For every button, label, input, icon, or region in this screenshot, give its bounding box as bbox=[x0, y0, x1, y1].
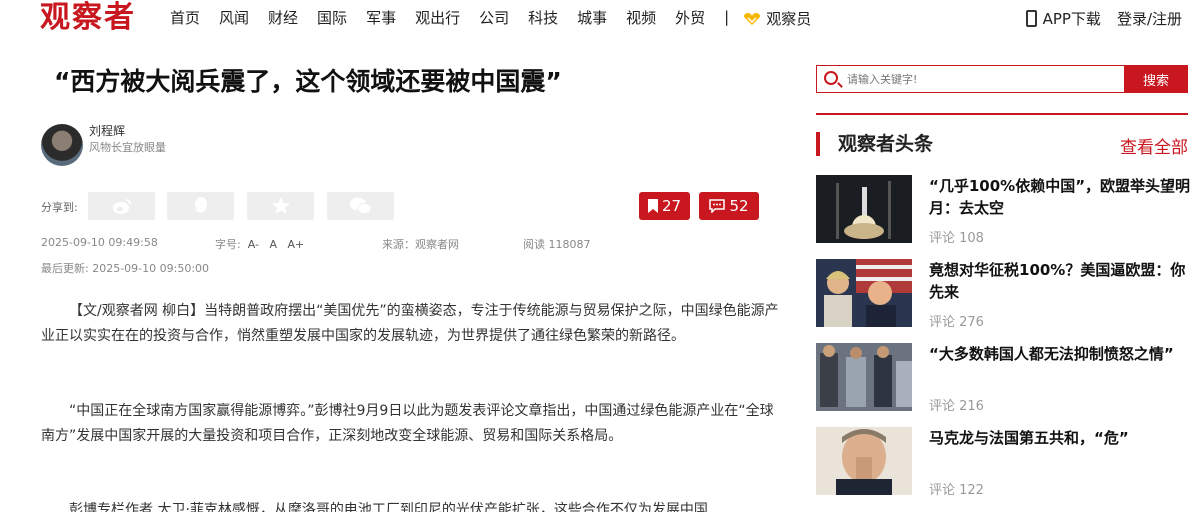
nav-item-observer[interactable]: 观察员 bbox=[743, 8, 811, 29]
rocket-launch-thumbnail bbox=[816, 175, 912, 243]
headline-item[interactable]: “大多数韩国人都无法抑制愤怒之情” 评论 216 bbox=[816, 343, 1191, 414]
font-normal-button[interactable]: A bbox=[269, 238, 277, 251]
share-label: 分享到: bbox=[41, 201, 78, 214]
read-count: 阅读 118087 bbox=[523, 238, 591, 251]
article-paragraph: “中国正在全球南方国家赢得能源博弈。”彭博社9月9日以此为题发表评论文章指出，中… bbox=[41, 403, 774, 444]
headline-title[interactable]: 马克龙与法国第五共和，“危” bbox=[929, 427, 1191, 449]
nav-item-finance[interactable]: 财经 bbox=[268, 8, 298, 29]
divider bbox=[816, 113, 1188, 115]
author-avatar[interactable] bbox=[41, 124, 83, 166]
article-source: 来源：观察者网 bbox=[382, 238, 459, 251]
headlines-title: 观察者头条 bbox=[816, 132, 933, 156]
headline-item[interactable]: “几乎100%依赖中国”，欧盟举头望明月：去太空 评论 108 bbox=[816, 175, 1191, 246]
app-download-link[interactable]: APP下载 bbox=[1043, 8, 1101, 29]
font-decrease-button[interactable]: A- bbox=[248, 238, 259, 251]
headline-comments: 评论 108 bbox=[929, 231, 984, 246]
last-updated: 最后更新: 2025-09-10 09:50:00 bbox=[41, 262, 210, 275]
view-all-link[interactable]: 查看全部 bbox=[1120, 133, 1188, 158]
comment-button[interactable]: 52 bbox=[699, 192, 759, 220]
headline-comments: 评论 122 bbox=[929, 483, 984, 498]
article-paragraph: 【文/观察者网 柳白】当特朗普政府摆出“美国优先”的蛮横姿态，专注于传统能源与贸… bbox=[41, 303, 779, 344]
author-description: 风物长宜放眼量 bbox=[89, 141, 166, 154]
wechat-icon bbox=[349, 197, 371, 215]
headline-title[interactable]: “大多数韩国人都无法抑制愤怒之情” bbox=[929, 343, 1191, 365]
font-size-controls: 字号: A- A A+ bbox=[215, 236, 304, 252]
main-nav: 首页 风闻 财经 国际 军事 观出行 公司 科技 城事 视频 外贸 | 观察员 bbox=[170, 8, 811, 29]
share-qq-button[interactable] bbox=[167, 192, 234, 220]
nav-item-tech[interactable]: 科技 bbox=[528, 8, 558, 29]
site-logo[interactable]: 观察者 bbox=[40, 0, 136, 36]
nav-item-home[interactable]: 首页 bbox=[170, 8, 200, 29]
headline-item[interactable]: 竟想对华征税100%？美国逼欧盟：你先来 评论 276 bbox=[816, 259, 1191, 330]
headline-comments: 评论 276 bbox=[929, 315, 984, 330]
phone-icon bbox=[1025, 10, 1037, 27]
nav-separator: | bbox=[724, 8, 730, 26]
nav-item-company[interactable]: 公司 bbox=[479, 8, 509, 29]
search-box: 搜索 bbox=[816, 65, 1188, 93]
nav-item-fengwen[interactable]: 风闻 bbox=[219, 8, 249, 29]
weibo-icon bbox=[112, 199, 131, 214]
nav-item-video[interactable]: 视频 bbox=[626, 8, 656, 29]
comment-count: 52 bbox=[729, 197, 749, 215]
headline-title[interactable]: 竟想对华征税100%？美国逼欧盟：你先来 bbox=[929, 259, 1191, 303]
author-name[interactable]: 刘程辉 bbox=[89, 122, 125, 139]
macron-thumbnail bbox=[816, 427, 912, 495]
article-title: “西方被大阅兵震了，这个领域还要被中国震” bbox=[54, 67, 562, 96]
share-wechat-button[interactable] bbox=[327, 192, 394, 220]
nav-item-city[interactable]: 城事 bbox=[577, 8, 607, 29]
login-link[interactable]: 登录/注册 bbox=[1117, 8, 1182, 29]
search-button[interactable]: 搜索 bbox=[1124, 65, 1188, 93]
font-size-label: 字号: bbox=[215, 238, 241, 251]
top-navbar: 观察者 首页 风闻 财经 国际 军事 观出行 公司 科技 城事 视频 外贸 | … bbox=[0, 0, 1200, 38]
politicians-thumbnail bbox=[816, 259, 912, 327]
nav-item-trade[interactable]: 外贸 bbox=[675, 8, 705, 29]
bookmark-icon bbox=[647, 199, 658, 213]
nav-item-travel[interactable]: 观出行 bbox=[415, 8, 460, 29]
share-weibo-button[interactable] bbox=[88, 192, 155, 220]
font-increase-button[interactable]: A+ bbox=[288, 238, 305, 251]
headline-comments: 评论 216 bbox=[929, 399, 984, 414]
crowd-thumbnail bbox=[816, 343, 912, 411]
search-icon bbox=[824, 71, 838, 85]
star-icon bbox=[271, 197, 290, 214]
publish-date: 2025-09-10 09:49:58 bbox=[41, 236, 158, 249]
bookmark-button[interactable]: 27 bbox=[639, 192, 690, 220]
right-nav: APP下载 登录/注册 bbox=[1025, 8, 1182, 29]
bookmark-count: 27 bbox=[661, 197, 682, 215]
qq-icon bbox=[194, 197, 207, 213]
nav-item-international[interactable]: 国际 bbox=[317, 8, 347, 29]
nav-observer-label: 观察员 bbox=[766, 10, 812, 28]
headline-item[interactable]: 马克龙与法国第五共和，“危” 评论 122 bbox=[816, 427, 1191, 498]
headline-title[interactable]: “几乎100%依赖中国”，欧盟举头望明月：去太空 bbox=[929, 175, 1191, 219]
search-input[interactable] bbox=[847, 70, 1117, 88]
article-paragraph: 彭博专栏作者 大卫·菲克林感慨，从摩洛哥的电池工厂到印尼的光伏产能扩张，这些合作… bbox=[69, 502, 708, 512]
nav-item-military[interactable]: 军事 bbox=[366, 8, 396, 29]
heart-icon bbox=[744, 12, 761, 25]
share-favorite-button[interactable] bbox=[247, 192, 314, 220]
comment-icon bbox=[709, 199, 726, 213]
